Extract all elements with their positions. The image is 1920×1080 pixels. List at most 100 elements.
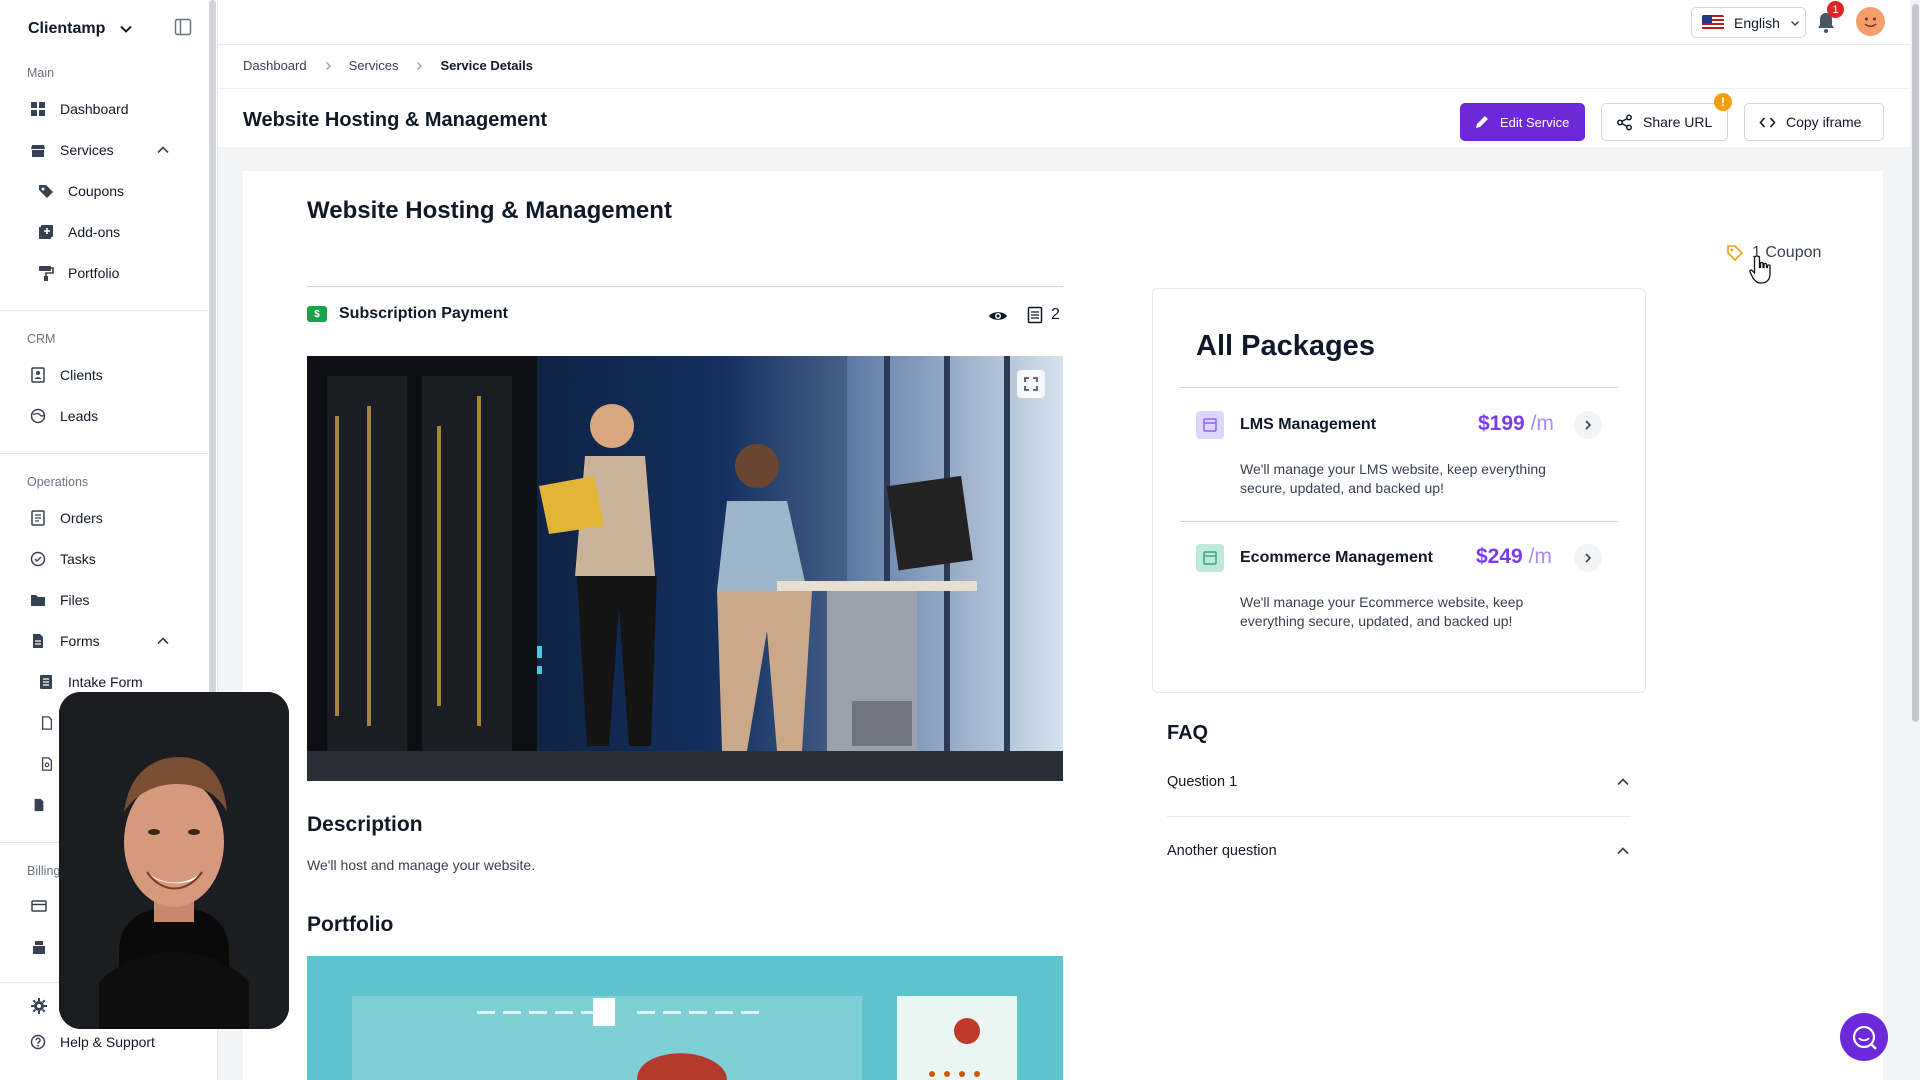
language-selector[interactable]: English	[1691, 7, 1806, 38]
sidebar-item-label: Portfolio	[68, 265, 120, 281]
sidebar-item-forms[interactable]: Forms	[30, 628, 100, 654]
page-scrollbar[interactable]	[1912, 4, 1919, 722]
divider	[307, 286, 1063, 287]
chevron-up-icon[interactable]	[156, 634, 170, 648]
sidebar-item-label: Files	[60, 592, 90, 608]
document-icon	[33, 634, 43, 648]
cash-register-icon[interactable]	[31, 939, 47, 955]
package-name[interactable]: Ecommerce Management	[1240, 549, 1433, 567]
package-icon	[1196, 411, 1224, 439]
sidebar-item-portfolio[interactable]: Portfolio	[38, 260, 119, 286]
workspace-switcher[interactable]: Clientamp	[28, 14, 133, 44]
sidebar-item-orders[interactable]: Orders	[30, 505, 103, 531]
help-circle-icon	[30, 1034, 46, 1050]
sidebar-item-label: Leads	[60, 408, 99, 424]
sidebar-scrollbar[interactable]	[209, 0, 216, 700]
divider	[0, 453, 208, 454]
breadcrumb: Dashboard Services Service Details	[243, 58, 533, 73]
document-icon[interactable]	[40, 715, 54, 731]
webcam-overlay	[59, 692, 289, 1029]
chevron-down-icon	[120, 25, 133, 33]
search-document-icon[interactable]	[40, 756, 54, 772]
price-amount: $199	[1478, 412, 1525, 435]
faq-question[interactable]: Another question	[1167, 843, 1277, 859]
language-label: English	[1734, 14, 1780, 31]
box-icon	[1203, 551, 1217, 565]
breadcrumb-services[interactable]: Services	[349, 58, 399, 73]
code-icon	[1759, 116, 1776, 128]
sidebar-item-label: Orders	[60, 510, 103, 526]
hand-cursor-icon	[1749, 255, 1771, 284]
notification-badge: 1	[1827, 1, 1844, 18]
tag-icon	[1727, 245, 1744, 262]
divider	[1180, 387, 1618, 388]
us-flag-icon	[1702, 15, 1724, 30]
sidebar-item-label: Forms	[60, 633, 100, 649]
sidebar-item-label: Intake Form	[68, 674, 143, 690]
sidebar-item-dashboard[interactable]: Dashboard	[30, 96, 129, 122]
chat-launcher-button[interactable]	[1840, 1013, 1888, 1061]
sidebar-item-help-support[interactable]: Help & Support	[30, 1034, 155, 1050]
chevron-right-icon	[1585, 420, 1592, 430]
price-amount: $249	[1476, 545, 1523, 568]
add-square-icon	[39, 225, 53, 239]
pencil-icon	[1476, 116, 1488, 128]
eye-icon[interactable]	[988, 306, 1008, 326]
money-icon: $	[307, 306, 327, 322]
section-label-operations: Operations	[27, 475, 89, 489]
divider	[1180, 521, 1618, 522]
chevron-up-icon[interactable]	[1615, 843, 1631, 859]
sidebar-item-coupons[interactable]: Coupons	[38, 178, 124, 204]
folder-icon	[31, 595, 45, 606]
sidebar-item-clients[interactable]: Clients	[30, 362, 103, 388]
package-name[interactable]: LMS Management	[1240, 416, 1376, 434]
expand-icon	[1024, 377, 1038, 391]
share-url-button[interactable]: Share URL	[1601, 103, 1728, 141]
chevron-right-icon	[1585, 553, 1592, 563]
check-circle-icon	[30, 551, 46, 567]
package-open-button[interactable]	[1574, 411, 1602, 439]
portfolio-preview-illustration	[307, 956, 1063, 1080]
package-price: $199 /m	[1478, 412, 1554, 436]
sidebar-collapse-icon[interactable]	[174, 18, 192, 36]
divider	[0, 310, 208, 311]
sidebar-item-addons[interactable]: Add-ons	[38, 219, 120, 245]
sidebar-item-label: Help & Support	[60, 1034, 155, 1050]
package-open-button[interactable]	[1574, 544, 1602, 572]
package-count: 2	[1027, 306, 1060, 324]
price-period: /m	[1530, 412, 1554, 435]
copy-iframe-label: Copy iframe	[1786, 114, 1862, 130]
description-heading: Description	[307, 813, 423, 836]
fullscreen-button[interactable]	[1017, 370, 1045, 398]
sidebar-item-label: Add-ons	[68, 224, 121, 240]
sidebar-item-tasks[interactable]: Tasks	[30, 546, 96, 572]
service-image	[307, 356, 1063, 781]
portfolio-image[interactable]	[307, 956, 1063, 1080]
chevron-up-icon[interactable]	[156, 143, 170, 157]
price-period: /m	[1528, 545, 1552, 568]
avatar[interactable]	[1856, 7, 1885, 36]
edit-service-button[interactable]: Edit Service	[1460, 103, 1585, 141]
gear-icon[interactable]	[31, 998, 47, 1014]
section-label-main: Main	[27, 66, 55, 80]
copy-iframe-button[interactable]: Copy iframe	[1744, 103, 1884, 141]
chevron-up-icon[interactable]	[1615, 774, 1631, 790]
package-description: We'll manage your LMS website, keep ever…	[1240, 461, 1546, 496]
portfolio-heading: Portfolio	[307, 913, 394, 936]
document-icon[interactable]	[32, 797, 46, 813]
sidebar-item-leads[interactable]: Leads	[30, 403, 98, 429]
faq-question[interactable]: Question 1	[1167, 774, 1237, 790]
edit-service-label: Edit Service	[1500, 114, 1570, 130]
sidebar-item-files[interactable]: Files	[30, 587, 90, 613]
payment-type: $ Subscription Payment	[307, 305, 508, 323]
breadcrumb-dashboard[interactable]: Dashboard	[243, 58, 307, 73]
sidebar-item-label: Services	[60, 142, 114, 158]
chevron-right-icon	[325, 61, 331, 70]
sidebar-item-services[interactable]: Services	[30, 137, 114, 163]
warning-badge: !	[1714, 93, 1732, 111]
faq-title: FAQ	[1167, 722, 1209, 744]
store-icon	[31, 145, 45, 157]
user-avatar-icon	[1864, 17, 1877, 27]
credit-card-icon[interactable]	[31, 898, 47, 914]
divider	[1167, 816, 1631, 817]
